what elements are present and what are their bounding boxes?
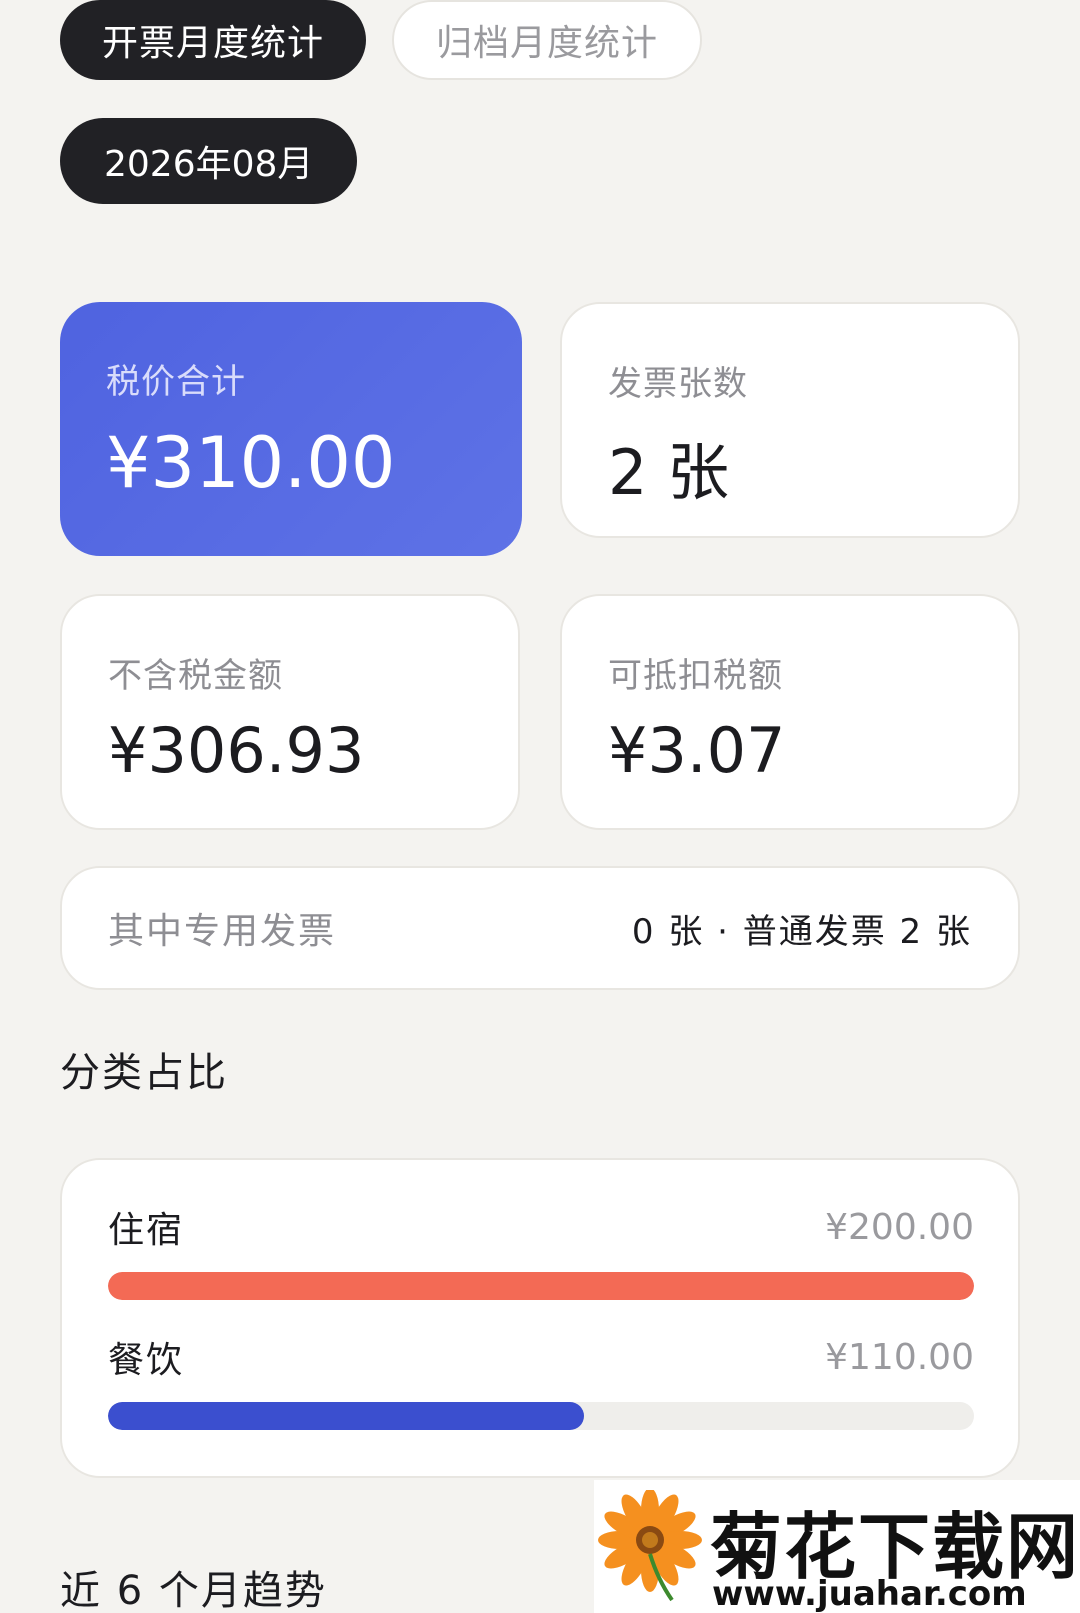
category-bar-track xyxy=(108,1402,974,1430)
deductible-tax-label: 可抵扣税额 xyxy=(608,656,783,696)
category-bar-fill xyxy=(108,1402,585,1430)
category-name: 住宿 xyxy=(108,1210,185,1251)
category-row-lodging: 住宿 ¥200.00 xyxy=(108,1202,974,1300)
total-amount-label: 税价合计 xyxy=(106,362,246,402)
pretax-amount-card: 不含税金额 ¥306.93 xyxy=(60,594,520,830)
special-invoice-label: 其中专用发票 xyxy=(108,911,337,952)
pretax-amount-value: ¥306.93 xyxy=(108,714,365,787)
category-bar-fill xyxy=(108,1272,974,1300)
month-selector[interactable]: 2026年08月 xyxy=(60,118,358,204)
pretax-amount-label: 不含税金额 xyxy=(108,656,283,696)
category-section-title: 分类占比 xyxy=(60,1050,228,1096)
flower-logo-icon xyxy=(598,1490,702,1602)
invoice-stats-page: 开票月度统计 归档月度统计 2026年08月 税价合计 ¥310.00 发票张数… xyxy=(0,0,1080,1613)
total-amount-card: 税价合计 ¥310.00 xyxy=(60,302,522,556)
special-invoice-card: 其中专用发票 0 张 · 普通发票 2 张 xyxy=(60,866,1020,990)
site-watermark: 菊花下载网 www.juahar.com xyxy=(594,1480,1080,1613)
trend-section-title: 近 6 个月趋势 xyxy=(60,1568,327,1613)
invoice-count-card: 发票张数 2 张 xyxy=(560,302,1020,538)
category-amount: ¥110.00 xyxy=(825,1336,974,1378)
tab-archive-monthly[interactable]: 归档月度统计 xyxy=(392,0,703,80)
invoice-count-value: 2 张 xyxy=(608,436,730,509)
category-row-dining: 餐饮 ¥110.00 xyxy=(108,1332,974,1430)
category-bar-track xyxy=(108,1272,974,1300)
deductible-tax-card: 可抵扣税额 ¥3.07 xyxy=(560,594,1020,830)
stats-tab-bar: 开票月度统计 归档月度统计 xyxy=(60,0,703,80)
special-invoice-value: 0 张 · 普通发票 2 张 xyxy=(631,911,972,952)
category-breakdown-card: 住宿 ¥200.00 餐饮 ¥110.00 xyxy=(60,1158,1020,1478)
category-name: 餐饮 xyxy=(108,1340,185,1381)
total-amount-value: ¥310.00 xyxy=(106,422,396,504)
watermark-url: www.juahar.com xyxy=(712,1574,1027,1613)
deductible-tax-value: ¥3.07 xyxy=(608,714,786,787)
invoice-count-label: 发票张数 xyxy=(608,364,748,404)
category-amount: ¥200.00 xyxy=(825,1206,974,1248)
tab-invoice-monthly[interactable]: 开票月度统计 xyxy=(60,0,367,80)
